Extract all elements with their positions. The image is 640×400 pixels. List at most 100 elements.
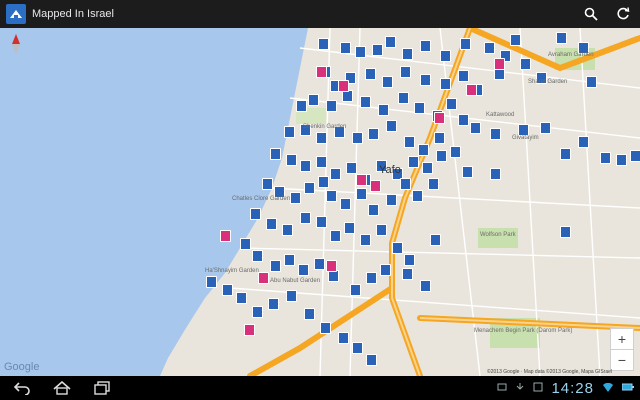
poi-marker[interactable] xyxy=(412,190,423,202)
poi-marker[interactable] xyxy=(282,224,293,236)
poi-marker[interactable] xyxy=(298,264,309,276)
poi-marker[interactable] xyxy=(470,122,481,134)
poi-marker[interactable] xyxy=(392,242,403,254)
poi-marker[interactable] xyxy=(520,58,531,70)
poi-marker[interactable] xyxy=(420,40,431,52)
zoom-in-button[interactable]: + xyxy=(610,328,634,350)
poi-marker[interactable] xyxy=(250,208,261,220)
poi-marker[interactable] xyxy=(578,136,589,148)
poi-marker[interactable] xyxy=(368,204,379,216)
poi-marker[interactable] xyxy=(490,128,501,140)
poi-marker[interactable] xyxy=(270,260,281,272)
poi-marker[interactable] xyxy=(366,354,377,366)
poi-marker[interactable] xyxy=(350,284,361,296)
poi-marker[interactable] xyxy=(436,150,447,162)
poi-marker-pink[interactable] xyxy=(356,174,367,186)
poi-marker[interactable] xyxy=(304,308,315,320)
poi-marker[interactable] xyxy=(382,76,393,88)
poi-marker-pink[interactable] xyxy=(244,324,255,336)
poi-marker-pink[interactable] xyxy=(326,260,337,272)
poi-marker[interactable] xyxy=(586,76,597,88)
poi-marker[interactable] xyxy=(490,168,501,180)
poi-marker[interactable] xyxy=(308,94,319,106)
poi-marker[interactable] xyxy=(600,152,611,164)
poi-marker[interactable] xyxy=(356,188,367,200)
poi-marker[interactable] xyxy=(222,284,233,296)
poi-marker[interactable] xyxy=(346,162,357,174)
poi-marker[interactable] xyxy=(236,292,247,304)
poi-marker[interactable] xyxy=(268,298,279,310)
poi-marker[interactable] xyxy=(404,254,415,266)
poi-marker[interactable] xyxy=(316,216,327,228)
poi-marker[interactable] xyxy=(286,290,297,302)
poi-marker-pink[interactable] xyxy=(220,230,231,242)
poi-marker-pink[interactable] xyxy=(338,80,349,92)
poi-marker[interactable] xyxy=(355,46,366,58)
poi-marker[interactable] xyxy=(400,66,411,78)
refresh-icon[interactable] xyxy=(612,3,634,25)
poi-marker[interactable] xyxy=(320,322,331,334)
poi-marker[interactable] xyxy=(560,226,571,238)
poi-marker[interactable] xyxy=(420,74,431,86)
poi-marker[interactable] xyxy=(366,272,377,284)
poi-marker-pink[interactable] xyxy=(494,58,505,70)
poi-marker[interactable] xyxy=(365,68,376,80)
poi-marker[interactable] xyxy=(326,100,337,112)
poi-marker[interactable] xyxy=(385,36,396,48)
poi-marker[interactable] xyxy=(560,148,571,160)
poi-marker[interactable] xyxy=(398,92,409,104)
poi-marker[interactable] xyxy=(404,136,415,148)
poi-marker[interactable] xyxy=(338,332,349,344)
poi-marker[interactable] xyxy=(430,234,441,246)
poi-marker[interactable] xyxy=(206,276,217,288)
back-icon[interactable] xyxy=(8,378,36,398)
poi-marker[interactable] xyxy=(360,96,371,108)
poi-marker[interactable] xyxy=(458,114,469,126)
poi-marker[interactable] xyxy=(428,178,439,190)
poi-marker[interactable] xyxy=(340,42,351,54)
poi-marker[interactable] xyxy=(484,42,495,54)
poi-marker[interactable] xyxy=(286,154,297,166)
poi-marker[interactable] xyxy=(340,198,351,210)
poi-marker[interactable] xyxy=(296,100,307,112)
poi-marker[interactable] xyxy=(314,258,325,270)
poi-marker[interactable] xyxy=(400,178,411,190)
poi-marker[interactable] xyxy=(440,78,451,90)
home-icon[interactable] xyxy=(48,378,76,398)
poi-marker[interactable] xyxy=(316,156,327,168)
poi-marker[interactable] xyxy=(556,32,567,44)
poi-marker[interactable] xyxy=(458,70,469,82)
poi-marker[interactable] xyxy=(386,120,397,132)
poi-marker[interactable] xyxy=(360,234,371,246)
compass-icon[interactable] xyxy=(10,34,22,54)
poi-marker[interactable] xyxy=(266,218,277,230)
poi-marker[interactable] xyxy=(352,132,363,144)
poi-marker[interactable] xyxy=(386,194,397,206)
poi-marker[interactable] xyxy=(300,212,311,224)
search-icon[interactable] xyxy=(580,3,602,25)
poi-marker[interactable] xyxy=(352,342,363,354)
poi-marker[interactable] xyxy=(402,268,413,280)
poi-marker[interactable] xyxy=(318,38,329,50)
poi-marker[interactable] xyxy=(316,132,327,144)
zoom-out-button[interactable]: − xyxy=(610,349,634,371)
poi-marker[interactable] xyxy=(460,38,471,50)
poi-marker[interactable] xyxy=(284,126,295,138)
poi-marker[interactable] xyxy=(330,168,341,180)
poi-marker[interactable] xyxy=(262,178,273,190)
poi-marker[interactable] xyxy=(284,254,295,266)
poi-marker[interactable] xyxy=(630,150,640,162)
poi-marker[interactable] xyxy=(344,222,355,234)
poi-marker[interactable] xyxy=(408,156,419,168)
app-icon[interactable] xyxy=(6,4,26,24)
poi-marker[interactable] xyxy=(420,280,431,292)
poi-marker-pink[interactable] xyxy=(466,84,477,96)
poi-marker-pink[interactable] xyxy=(370,180,381,192)
poi-marker[interactable] xyxy=(372,44,383,56)
poi-marker[interactable] xyxy=(380,264,391,276)
poi-marker[interactable] xyxy=(252,306,263,318)
poi-marker[interactable] xyxy=(422,162,433,174)
poi-marker[interactable] xyxy=(318,176,329,188)
poi-marker[interactable] xyxy=(540,122,551,134)
poi-marker[interactable] xyxy=(450,146,461,158)
